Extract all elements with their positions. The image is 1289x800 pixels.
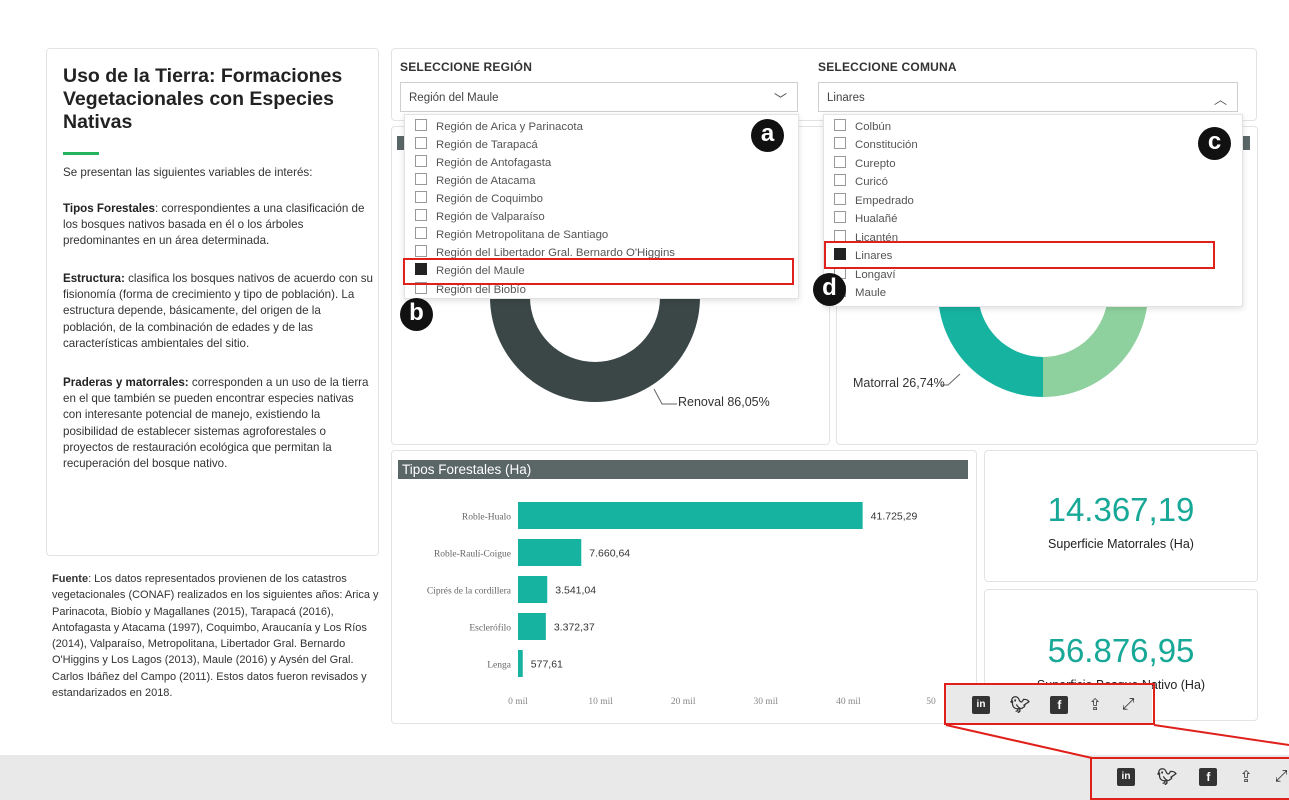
connector-line-left	[945, 724, 1093, 759]
connector-line-right	[1153, 724, 1289, 746]
callout-connector-lines	[945, 724, 1289, 759]
